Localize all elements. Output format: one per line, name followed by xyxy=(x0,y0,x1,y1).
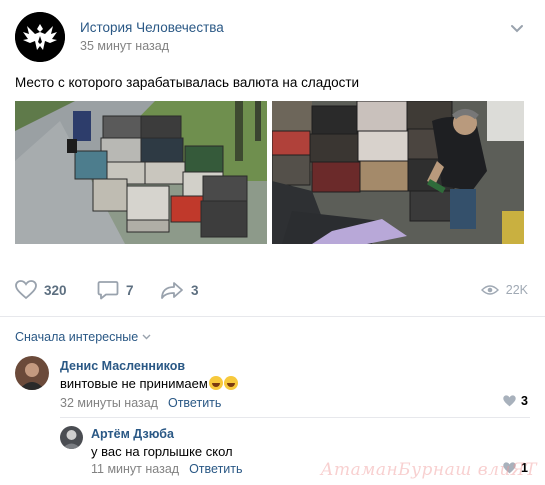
eagle-emblem-icon xyxy=(15,12,65,62)
watermark: АтаманБурнаш влиЯТ xyxy=(320,460,537,480)
comment-meta: 11 минут назад Ответить xyxy=(91,462,243,476)
avatar[interactable] xyxy=(60,426,83,449)
views-count: 22K xyxy=(505,283,528,297)
divider xyxy=(0,316,545,317)
views-counter: 22K xyxy=(480,278,528,302)
reply-button[interactable]: Ответить xyxy=(189,462,242,476)
post-header: История Человечества 35 минут назад xyxy=(15,12,530,64)
comment-time[interactable]: 11 минут назад xyxy=(91,462,179,476)
like-count: 320 xyxy=(44,282,67,298)
comment-body: винтовые не принимаем xyxy=(60,376,208,391)
comment-author[interactable]: Артём Дзюба xyxy=(91,427,174,441)
comment-text: у вас на горлышке скол xyxy=(91,444,233,459)
chevron-down-icon xyxy=(142,334,151,340)
laughing-emoji-icon xyxy=(208,376,223,390)
comment-count: 7 xyxy=(126,282,134,298)
comment-time[interactable]: 32 минуты назад xyxy=(60,396,158,410)
comment: Денис Масленников винтовые не принимаем … xyxy=(15,356,530,416)
comment-icon xyxy=(97,281,119,300)
share-count: 3 xyxy=(191,282,199,298)
rofl-emoji-icon xyxy=(223,376,238,390)
comment-like-button[interactable]: 3 xyxy=(503,394,528,408)
share-button[interactable]: 3 xyxy=(160,278,199,302)
comments-sort-dropdown[interactable]: Сначала интересные xyxy=(15,330,151,344)
like-button[interactable]: 320 xyxy=(15,278,67,302)
chevron-down-icon[interactable] xyxy=(510,24,524,34)
comment-button[interactable]: 7 xyxy=(97,278,134,302)
reply-button[interactable]: Ответить xyxy=(168,396,221,410)
comment-author[interactable]: Денис Масленников xyxy=(60,359,185,373)
heart-icon xyxy=(503,395,516,407)
post-text: Место с которого зарабатывалась валюта н… xyxy=(15,75,360,90)
heart-icon xyxy=(15,280,37,300)
group-name-link[interactable]: История Человечества xyxy=(80,20,224,35)
share-arrow-icon xyxy=(161,282,183,299)
group-avatar[interactable] xyxy=(15,12,65,62)
post-photo-1[interactable] xyxy=(15,101,267,244)
divider xyxy=(60,417,530,418)
post-timestamp[interactable]: 35 минут назад xyxy=(80,39,169,53)
avatar[interactable] xyxy=(15,356,49,390)
eye-icon xyxy=(480,285,499,295)
sort-label: Сначала интересные xyxy=(15,330,139,344)
comment-meta: 32 минуты назад Ответить xyxy=(60,396,221,410)
post-actions: 320 7 3 22K xyxy=(15,278,530,302)
comment-like-count: 3 xyxy=(521,394,528,408)
comment-text: винтовые не принимаем xyxy=(60,376,238,391)
post-photo-2[interactable] xyxy=(272,101,524,244)
